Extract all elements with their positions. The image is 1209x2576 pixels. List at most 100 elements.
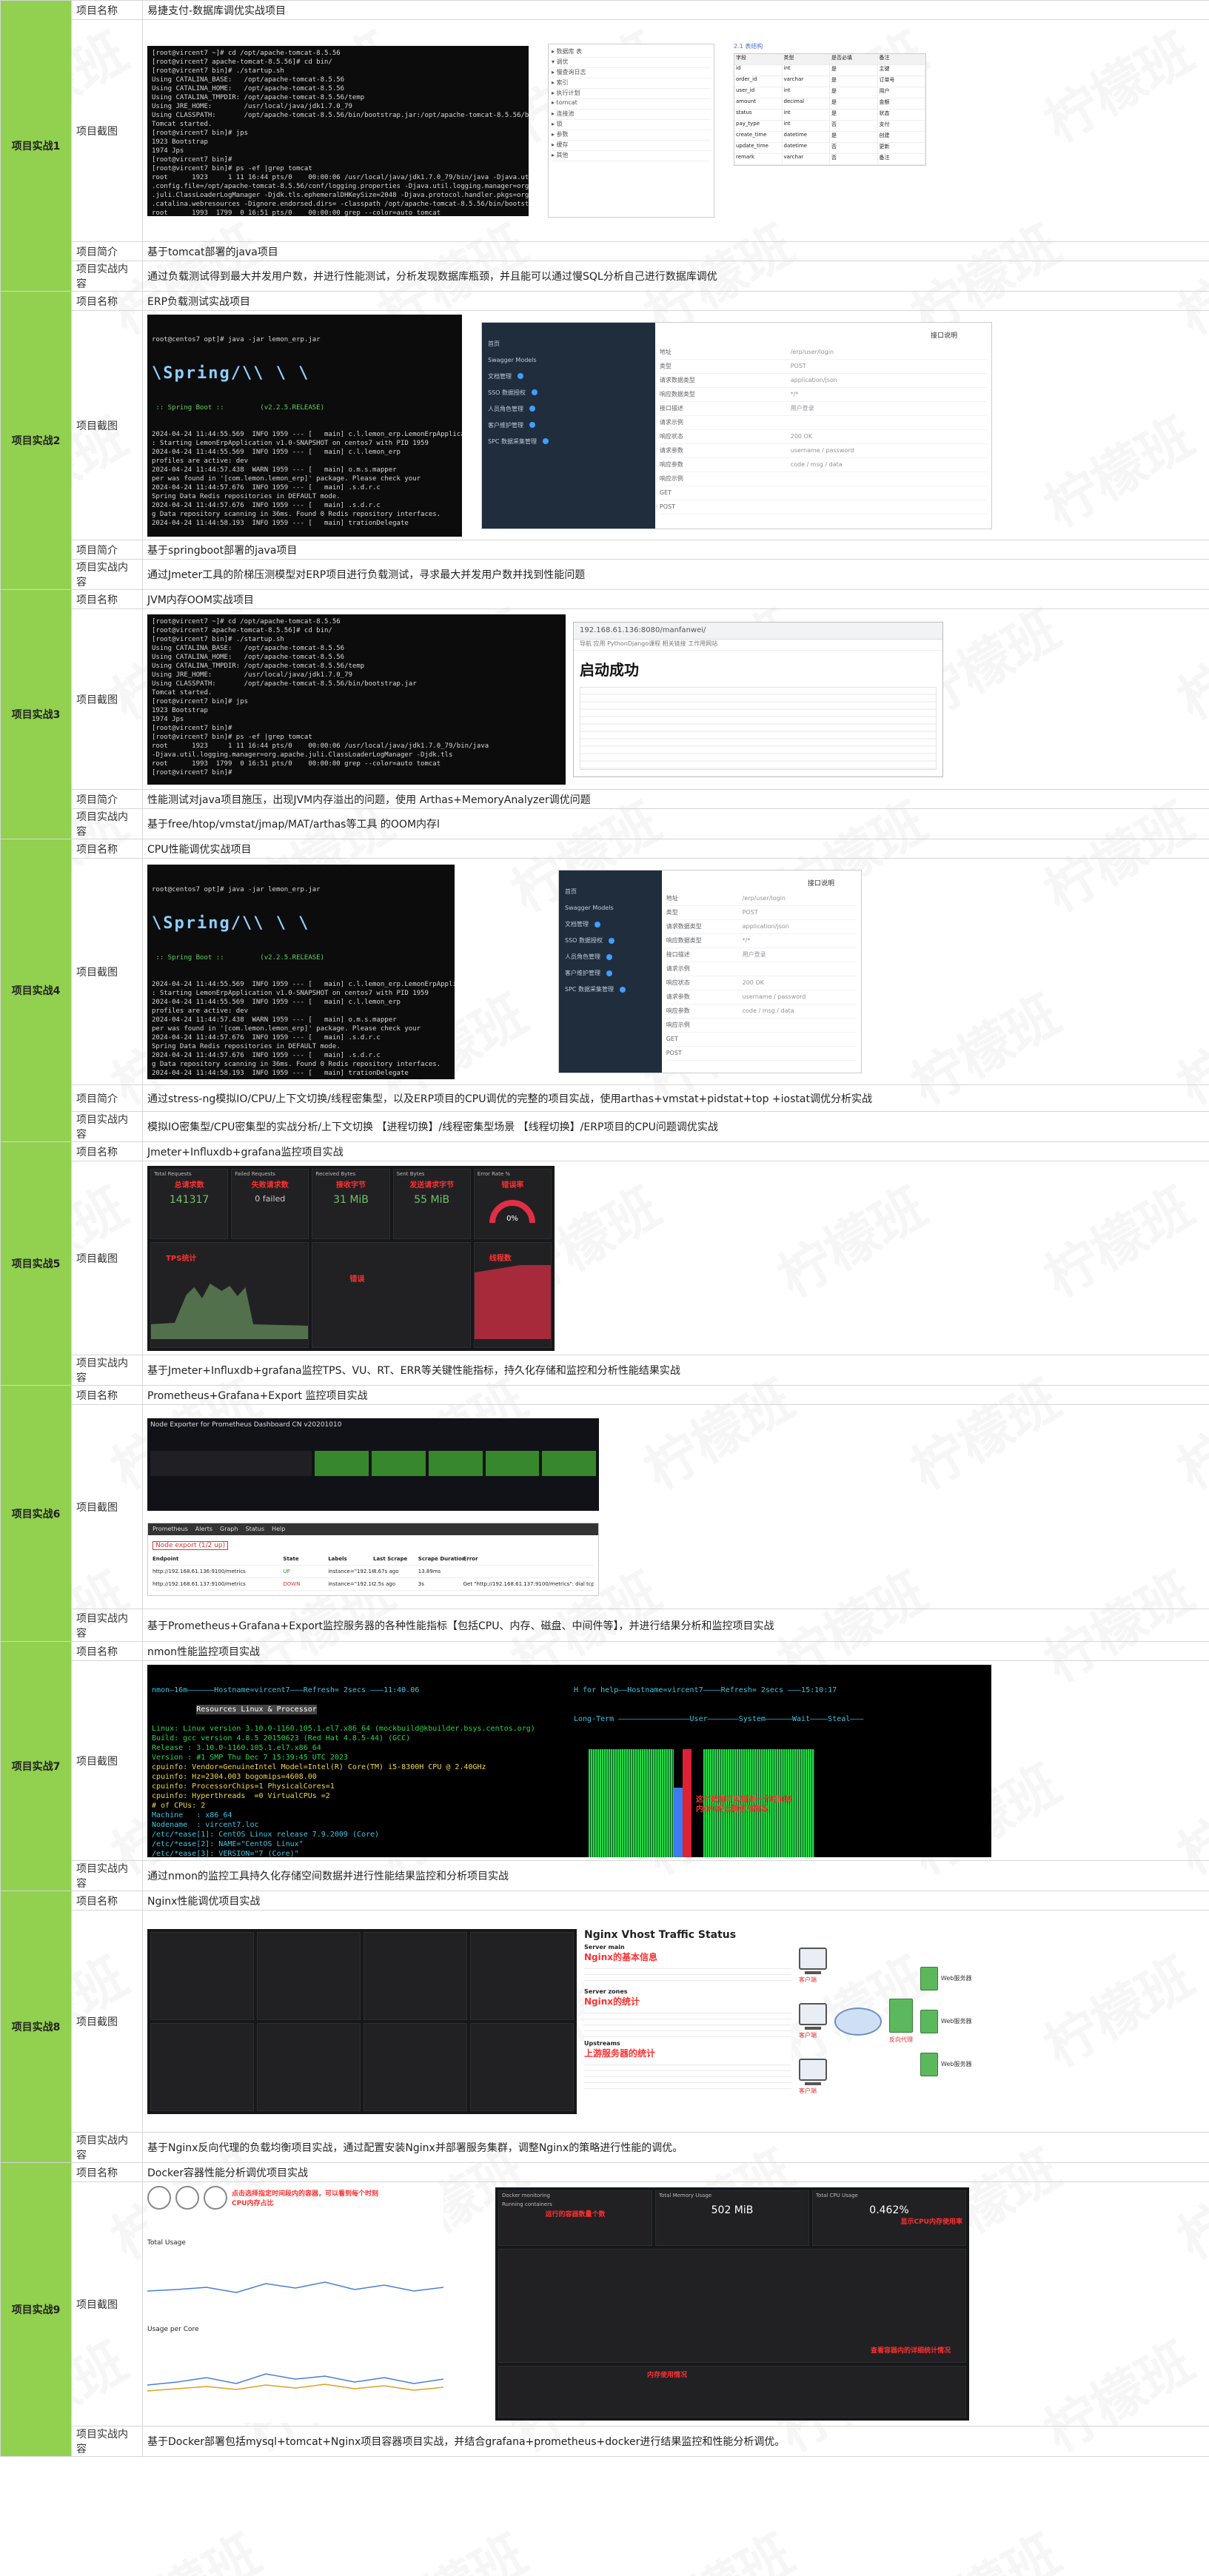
table-cell: 是: [830, 98, 878, 109]
table-cell: http://192.168.61.136:9100/metrics: [153, 1568, 246, 1574]
sidebar-item[interactable]: SPC 数据采集管理: [482, 434, 655, 450]
tree-item[interactable]: ▸ 参数: [552, 130, 711, 141]
project-4-title: 项目实战4: [0, 839, 72, 1142]
swagger-main: 接口说明 地址/erp/user/login 类型 POST 请求数据类型 applic…: [662, 871, 861, 1073]
table-cell: id: [734, 64, 783, 76]
label-screenshot: 项目截图: [71, 310, 143, 540]
cadvisor-note: 点击选择指定时间段内的容器，可以看到每个时刻CPU内存占比: [232, 2190, 379, 2207]
sidebar-item-label: 文档管理: [565, 921, 589, 928]
nmon-resource-lines: Linux: Linux version 3.10.0-1160.105.1.e…: [152, 1724, 565, 1857]
table-cell: 否: [830, 153, 878, 164]
table-row: http://192.168.61.137:9100/metrics DOWN in…: [153, 1578, 594, 1591]
tree-item[interactable]: ▸ 索引: [552, 78, 711, 89]
swagger-panel-screenshot: 首页 Swagger Models 文档管理 SSO 数据授权人员角色管理客户维护管理…: [481, 321, 992, 529]
field-key: 响应示例: [666, 1022, 690, 1028]
label-name: 项目名称: [71, 1641, 143, 1661]
toggle-icon: [606, 970, 612, 976]
sidebar-item-label: 人员角色管理: [565, 953, 600, 960]
project-8-title: 项目实战8: [0, 1891, 72, 2163]
sidebar-item[interactable]: 客户维护管理: [559, 965, 662, 982]
field-key: 类型: [666, 909, 678, 916]
sidebar-item[interactable]: SSO 数据授权: [482, 385, 655, 401]
table-header-row: 字段 类型 是否必填 备注: [734, 53, 925, 65]
sidebar-item[interactable]: 首页: [482, 336, 655, 352]
tree-item[interactable]: ▸ 其他: [552, 151, 711, 161]
sidebar-item[interactable]: SPC 数据采集管理: [559, 982, 662, 998]
nav-link[interactable]: Graph: [220, 1523, 238, 1535]
sent-bytes-panel: Sent Bytes 发送请求字节 55 MiB: [392, 1168, 471, 1239]
nav-link[interactable]: Status: [246, 1523, 265, 1535]
nmon-line: # of CPUs: 2: [152, 1801, 206, 1810]
table-cell: 类型: [783, 53, 830, 64]
swagger-sidebar: 首页 Swagger Models 文档管理 SSO 数据授权人员角色管理客户维护管理…: [559, 871, 662, 1073]
grafana-jmeter-dashboard: Total Requests 总请求数 141317 Failed Requests…: [147, 1165, 555, 1351]
field-row: 请求示例: [659, 416, 987, 430]
tree-item[interactable]: ▸ tomcat: [552, 99, 711, 110]
project-2-intro: 基于springboot部署的java项目: [142, 540, 1209, 560]
field-key: 请求参数: [666, 993, 690, 1000]
terminal-prompt: root@centos7 opt]# java -jar lemon_erp.j…: [152, 885, 321, 893]
field-value: 200 OK: [790, 432, 813, 440]
project-6-title: 项目实战6: [0, 1385, 72, 1642]
label-intro: 项目简介: [71, 789, 143, 809]
web-server-icon: [920, 2052, 938, 2076]
sidebar-item[interactable]: 客户维护管理: [482, 417, 655, 434]
sidebar-item[interactable]: SSO 数据授权: [559, 933, 662, 949]
table-cell: datetime: [783, 131, 830, 142]
watermark-text: 柠檬班: [894, 2512, 1072, 2576]
sidebar-item[interactable]: 文档管理: [559, 916, 662, 933]
field-row: 请求数据类型 application/json: [666, 920, 857, 934]
sidebar-item[interactable]: 文档管理: [482, 369, 655, 385]
tree-item[interactable]: ▸ 慢查询日志: [552, 68, 711, 78]
tree-item[interactable]: ▸ 执行计划: [552, 89, 711, 99]
server-zones-heading: Server zones: [584, 1988, 628, 1995]
field-row: POST: [666, 1047, 857, 1061]
nmon-line: Version : #1 SMP Thu Dec 7 15:39:45 UTC …: [152, 1753, 348, 1762]
cpu-terminal-screenshot: root@centos7 opt]# java -jar lemon_erp.j…: [147, 864, 455, 1079]
db-table-title: 2.1 表结构: [734, 42, 763, 50]
toggle-icon: [529, 422, 535, 428]
field-value: */*: [790, 390, 799, 398]
nmon-cpu-bars: 这个数值可以看到一个时间段内CPU的运算使用情况: [574, 1743, 987, 1857]
field-key: 请求数据类型: [659, 376, 695, 383]
spring-boot-version: :: Spring Boot :: (v2.2.5.RELEASE): [152, 953, 324, 962]
sidebar-item-label: 人员角色管理: [488, 405, 523, 412]
label-screenshot: 项目截图: [71, 1910, 143, 2133]
toggle-icon: [532, 389, 537, 395]
field-row: 请求参数 username / password: [666, 990, 857, 1004]
tree-item[interactable]: ▸ 数据库 表: [552, 47, 711, 58]
table-cell: Labels: [328, 1555, 347, 1562]
label-name: 项目名称: [71, 839, 143, 859]
nav-link[interactable]: Help: [272, 1523, 285, 1535]
table-cell: UP: [283, 1568, 290, 1574]
sidebar-item[interactable]: 人员角色管理: [482, 401, 655, 417]
client-icon: [799, 2059, 827, 2085]
toggle-icon: [606, 953, 612, 960]
nmon-line: Linux: Linux version 3.10.0-1160.105.1.e…: [152, 1724, 535, 1733]
browser-screenshot: 192.168.61.136:8080/manfanwei/ 导航 应用 Pyt…: [573, 621, 943, 777]
field-value: 用户登录: [742, 951, 766, 958]
nav-link[interactable]: Alerts: [195, 1523, 212, 1535]
table-row: user_id int 是用户: [734, 87, 925, 98]
project-3-content: 基于free/htop/vmstat/jmap/MAT/arthas等工具 的O…: [142, 808, 1209, 839]
web-server-icon: [920, 1966, 938, 1990]
label-screenshot: 项目截图: [71, 1660, 143, 1861]
sidebar-item[interactable]: Swagger Models: [482, 352, 655, 369]
table-cell: varchar: [783, 153, 830, 164]
startup-success-text: 启动成功: [580, 660, 639, 679]
sidebar-item[interactable]: 首页: [559, 884, 662, 900]
sidebar-item[interactable]: Swagger Models: [559, 900, 662, 916]
watermark-text: 柠檬班: [361, 2512, 539, 2576]
sidebar-item[interactable]: 人员角色管理: [559, 949, 662, 965]
nav-link[interactable]: Prometheus: [153, 1523, 188, 1535]
tree-item[interactable]: ▸ 锁: [552, 120, 711, 130]
field-key: 响应状态: [666, 979, 690, 986]
swagger-main: 接口说明 地址/erp/user/login 类型 POST 请求数据类型 applic…: [655, 323, 991, 529]
spring-log: 2024-04-24 11:44:55.569 INFO 1959 --- [ …: [152, 980, 455, 1077]
tree-item[interactable]: ▾ 调优: [552, 58, 711, 68]
tree-item[interactable]: ▸ 连接池: [552, 110, 711, 120]
table-cell: 主键: [878, 64, 925, 76]
table-cell: 是: [830, 76, 878, 87]
tree-item[interactable]: ▸ 缓存: [552, 141, 711, 151]
table-row: amount decimal 是金额: [734, 98, 925, 110]
